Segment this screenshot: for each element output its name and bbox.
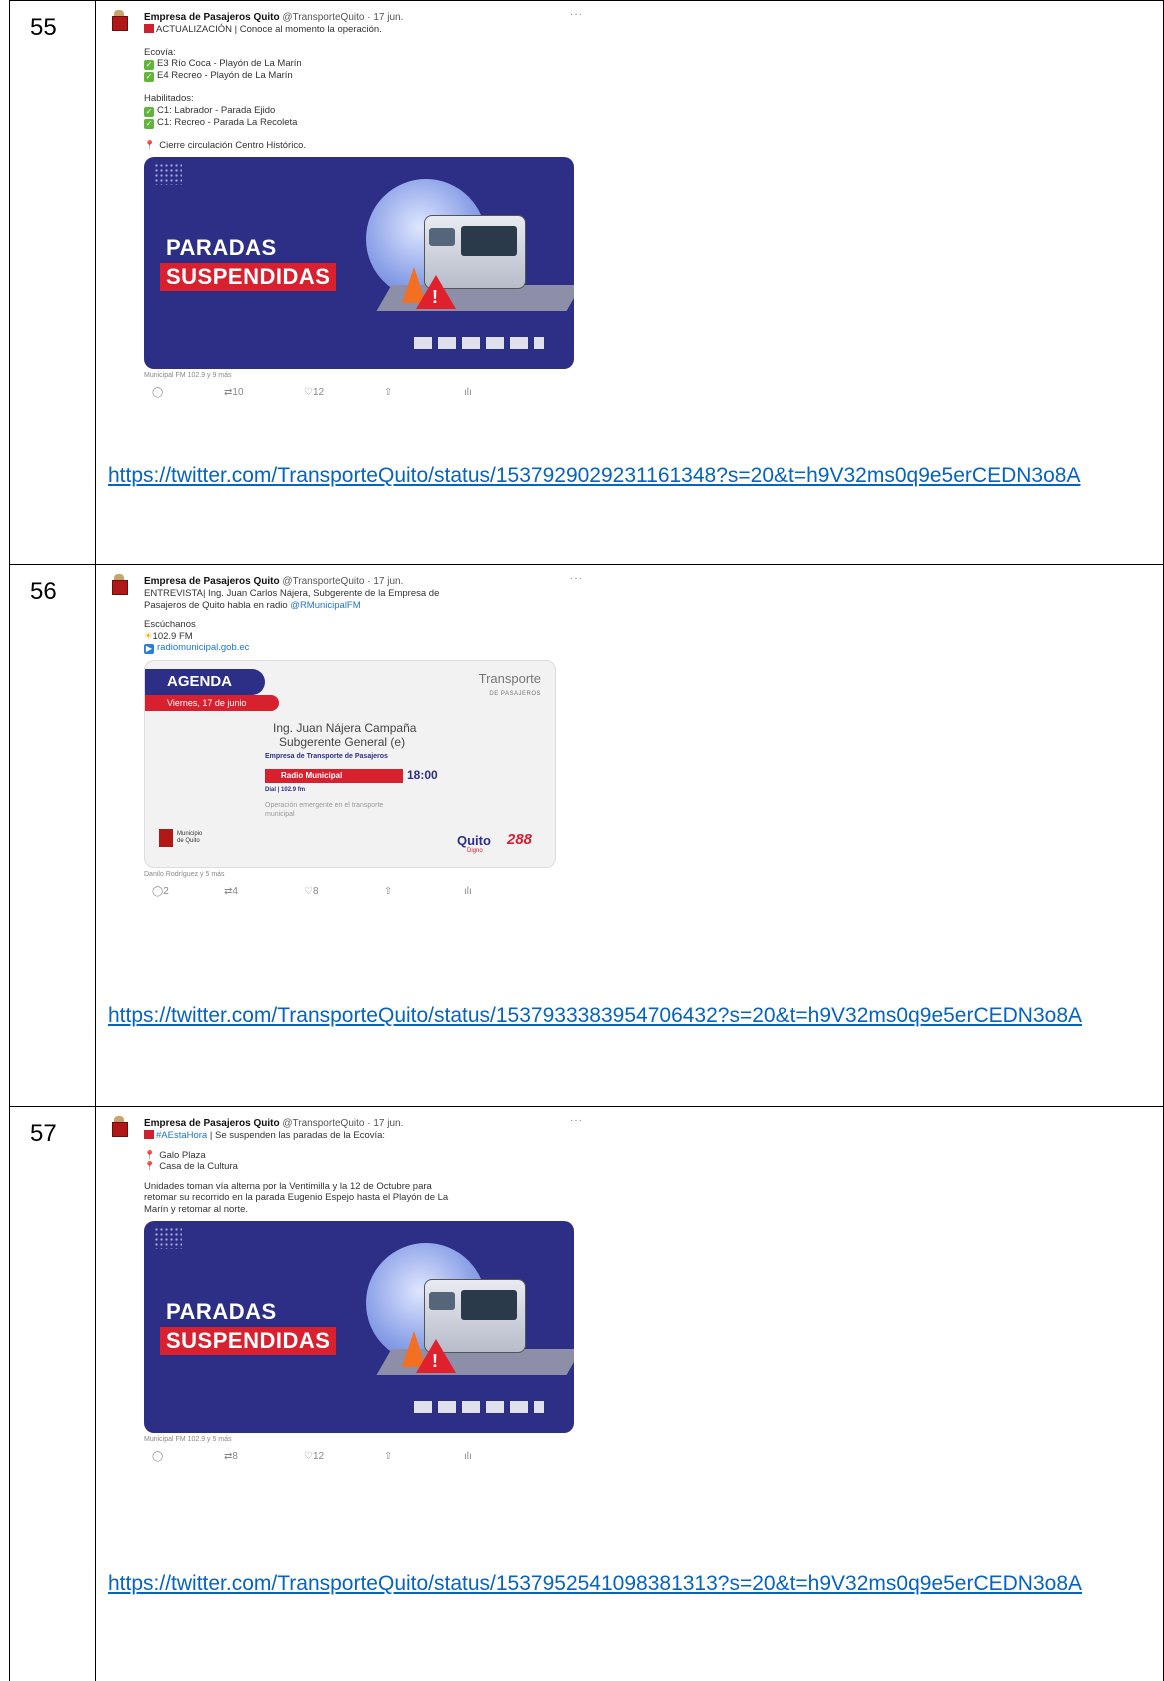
analytics-icon[interactable]: ılı bbox=[464, 886, 472, 897]
more-icon[interactable]: ··· bbox=[570, 573, 583, 584]
anniversary-badge: 288 bbox=[507, 831, 533, 848]
municipality-crest-icon bbox=[159, 829, 173, 847]
tweet-link[interactable]: https://twitter.com/TransporteQuito/stat… bbox=[108, 460, 1098, 492]
decorative-dots bbox=[154, 163, 182, 185]
topic-note: Operación emergente en el transporte mun… bbox=[265, 802, 384, 818]
tweet-header: Empresa de Pasajeros Quito @TransporteQu… bbox=[108, 8, 608, 31]
avatar bbox=[111, 574, 128, 595]
check-icon: ✓ bbox=[144, 118, 154, 129]
retweet-icon[interactable]: ⇄ 8 bbox=[224, 1451, 238, 1462]
retweet-icon[interactable]: ⇄ 4 bbox=[224, 886, 238, 897]
more-icon[interactable]: ··· bbox=[570, 1115, 583, 1126]
row-number: 56 bbox=[30, 578, 57, 605]
row-number: 55 bbox=[30, 14, 57, 41]
like-icon[interactable]: ♡ 8 bbox=[304, 886, 319, 897]
banner-subtitle: SUSPENDIDAS bbox=[160, 263, 337, 291]
image-caption: Danilo Rodríguez y 5 más bbox=[144, 871, 225, 878]
tweet-link[interactable]: https://twitter.com/TransporteQuito/stat… bbox=[108, 1000, 1098, 1032]
mention-link[interactable]: @RMunicipalFM bbox=[290, 600, 360, 611]
author-name: Empresa de Pasajeros Quito bbox=[144, 576, 280, 587]
analytics-icon[interactable]: ılı bbox=[464, 1451, 472, 1462]
municipality-label: Municipio de Quito bbox=[177, 831, 203, 844]
author-name: Empresa de Pasajeros Quito bbox=[144, 12, 280, 23]
sun-icon: ☀ bbox=[144, 630, 153, 642]
check-icon: ✓ bbox=[144, 72, 154, 82]
avatar bbox=[111, 1116, 128, 1137]
tweet-image[interactable]: PARADAS SUSPENDIDAS ! bbox=[144, 1221, 574, 1433]
reply-icon[interactable]: ◯ bbox=[152, 1451, 163, 1462]
sponsor-logos bbox=[414, 1401, 544, 1413]
like-icon[interactable]: ♡ 12 bbox=[304, 1451, 324, 1462]
reply-icon[interactable]: ◯ bbox=[152, 387, 163, 398]
share-icon[interactable]: ⇧ bbox=[384, 387, 392, 398]
author-name: Empresa de Pasajeros Quito bbox=[144, 1118, 280, 1129]
play-icon: ▶ bbox=[144, 644, 154, 654]
tweet-image[interactable]: PARADAS SUSPENDIDAS ! bbox=[144, 157, 574, 369]
agenda-tab: AGENDA bbox=[145, 669, 265, 695]
tweet-header: Empresa de Pasajeros Quito @TransporteQu… bbox=[108, 572, 608, 595]
tweet-screenshot: Empresa de Pasajeros Quito @TransporteQu… bbox=[108, 8, 608, 401]
warning-mark: ! bbox=[432, 287, 438, 307]
avatar bbox=[111, 10, 128, 31]
quito-logo: Quito Digno bbox=[457, 833, 491, 854]
banner-title: PARADAS bbox=[166, 235, 277, 260]
image-caption: Municipal FM 102.9 y 5 más bbox=[144, 1436, 232, 1443]
company-name: Empresa de Transporte de Pasajeros bbox=[265, 753, 388, 760]
tweet-image[interactable]: AGENDA Viernes, 17 de junio Transporte D… bbox=[144, 660, 556, 868]
row-number: 57 bbox=[30, 1120, 57, 1147]
tweet-screenshot: Empresa de Pasajeros Quito @TransporteQu… bbox=[108, 1114, 608, 1465]
tweet-actions: ◯ 2 ⇄ 4 ♡ 8 ⇧ ılı bbox=[152, 886, 608, 900]
warning-mark: ! bbox=[432, 1351, 438, 1371]
tweet-text: ENTREVISTA| Ing. Juan Carlos Nájera, Sub… bbox=[144, 588, 440, 654]
tweet-text: #AEstaHora | Se suspenden las paradas de… bbox=[144, 1130, 449, 1215]
tweet-author: Empresa de Pasajeros Quito @TransporteQu… bbox=[144, 1118, 403, 1129]
reply-icon[interactable]: ◯ 2 bbox=[152, 886, 169, 897]
pin-icon: 📍 bbox=[144, 1149, 156, 1160]
analytics-icon[interactable]: ılı bbox=[464, 387, 472, 398]
radio-label: Radio Municipal bbox=[265, 769, 403, 783]
tweet-link[interactable]: https://twitter.com/TransporteQuito/stat… bbox=[108, 1568, 1098, 1600]
tweet-actions: ◯ ⇄ 8 ♡ 12 ⇧ ılı bbox=[152, 1451, 608, 1465]
row-divider bbox=[9, 564, 1164, 565]
banner-title: PARADAS bbox=[166, 1299, 277, 1324]
share-icon[interactable]: ⇧ bbox=[384, 886, 392, 897]
tweet-header: Empresa de Pasajeros Quito @TransporteQu… bbox=[108, 1114, 608, 1137]
document-page: 55 Empresa de Pasajeros Quito @Transport… bbox=[0, 0, 1164, 1681]
tweet-text: ACTUALIZACIÓN | Conoce al momento la ope… bbox=[144, 24, 382, 151]
pin-icon: 📍 bbox=[144, 139, 156, 150]
sponsor-logos bbox=[414, 337, 544, 349]
image-caption: Municipal FM 102.9 y 9 más bbox=[144, 372, 232, 379]
share-icon[interactable]: ⇧ bbox=[384, 1451, 392, 1462]
check-icon: ✓ bbox=[144, 106, 154, 117]
tweet-screenshot: Empresa de Pasajeros Quito @TransporteQu… bbox=[108, 572, 608, 900]
air-time: 18:00 bbox=[407, 768, 438, 782]
author-handle-date: @TransporteQuito · 17 jun. bbox=[282, 576, 404, 587]
check-icon: ✓ bbox=[144, 60, 154, 70]
tweet-author: Empresa de Pasajeros Quito @TransporteQu… bbox=[144, 576, 403, 587]
banner-subtitle: SUSPENDIDAS bbox=[160, 1327, 337, 1355]
like-icon[interactable]: ♡ 12 bbox=[304, 387, 324, 398]
tweet-author: Empresa de Pasajeros Quito @TransporteQu… bbox=[144, 12, 403, 23]
brand-logo: Transporte DE PASAJEROS bbox=[478, 671, 541, 697]
column-divider bbox=[95, 0, 96, 1681]
more-icon[interactable]: ··· bbox=[570, 9, 583, 20]
author-handle-date: @TransporteQuito · 17 jun. bbox=[282, 1118, 404, 1129]
pin-icon: 📍 bbox=[144, 1161, 156, 1171]
table-border-top bbox=[9, 0, 1164, 1]
author-handle-date: @TransporteQuito · 17 jun. bbox=[282, 12, 404, 23]
tweet-actions: ◯ ⇄ 10 ♡ 12 ⇧ ılı bbox=[152, 387, 608, 401]
retweet-icon[interactable]: ⇄ 10 bbox=[224, 387, 244, 398]
guest-name: Ing. Juan Nájera Campaña Subgerente Gene… bbox=[273, 721, 417, 749]
table-border-left bbox=[9, 0, 10, 1681]
radio-dial: Dial | 102.9 fm bbox=[265, 787, 306, 793]
agenda-date: Viernes, 17 de junio bbox=[145, 695, 279, 711]
website-link[interactable]: radiomunicipal.gob.ec bbox=[157, 642, 249, 653]
row-divider bbox=[9, 1106, 1164, 1107]
decorative-dots bbox=[154, 1227, 182, 1249]
